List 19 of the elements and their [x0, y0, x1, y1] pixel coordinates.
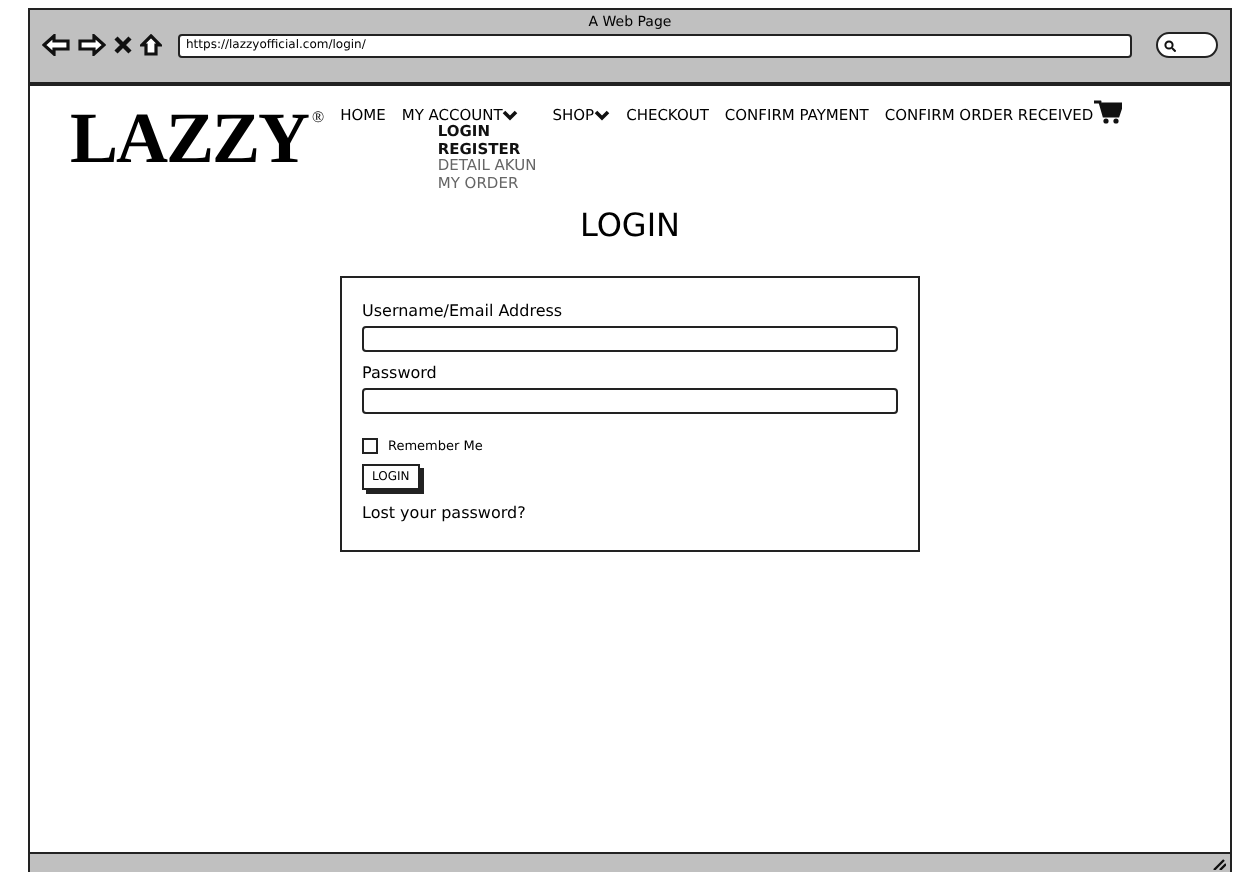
page-title: LOGIN: [577, 205, 683, 243]
search-icon: [1164, 39, 1176, 51]
cart-icon[interactable]: [1093, 100, 1122, 124]
input-field[interactable]: [362, 325, 898, 351]
home-icon[interactable]: [140, 34, 162, 56]
field-label: Password: [362, 363, 439, 381]
registered-mark: ®: [312, 110, 325, 126]
checkbox[interactable]: [362, 437, 378, 453]
logo[interactable]: LAZZY®: [70, 102, 325, 174]
field-label: Username/Email Address: [362, 301, 565, 319]
back-icon[interactable]: [42, 34, 70, 56]
close-icon[interactable]: [114, 36, 132, 54]
chevron-down-icon: [502, 109, 519, 121]
chevron-down-icon: [594, 109, 611, 121]
resize-grip-icon[interactable]: [1212, 858, 1226, 870]
lost-password-link[interactable]: Lost your password?: [362, 503, 898, 521]
forward-icon[interactable]: [78, 34, 106, 56]
search-field[interactable]: [1156, 32, 1218, 58]
input-field[interactable]: [362, 387, 898, 413]
